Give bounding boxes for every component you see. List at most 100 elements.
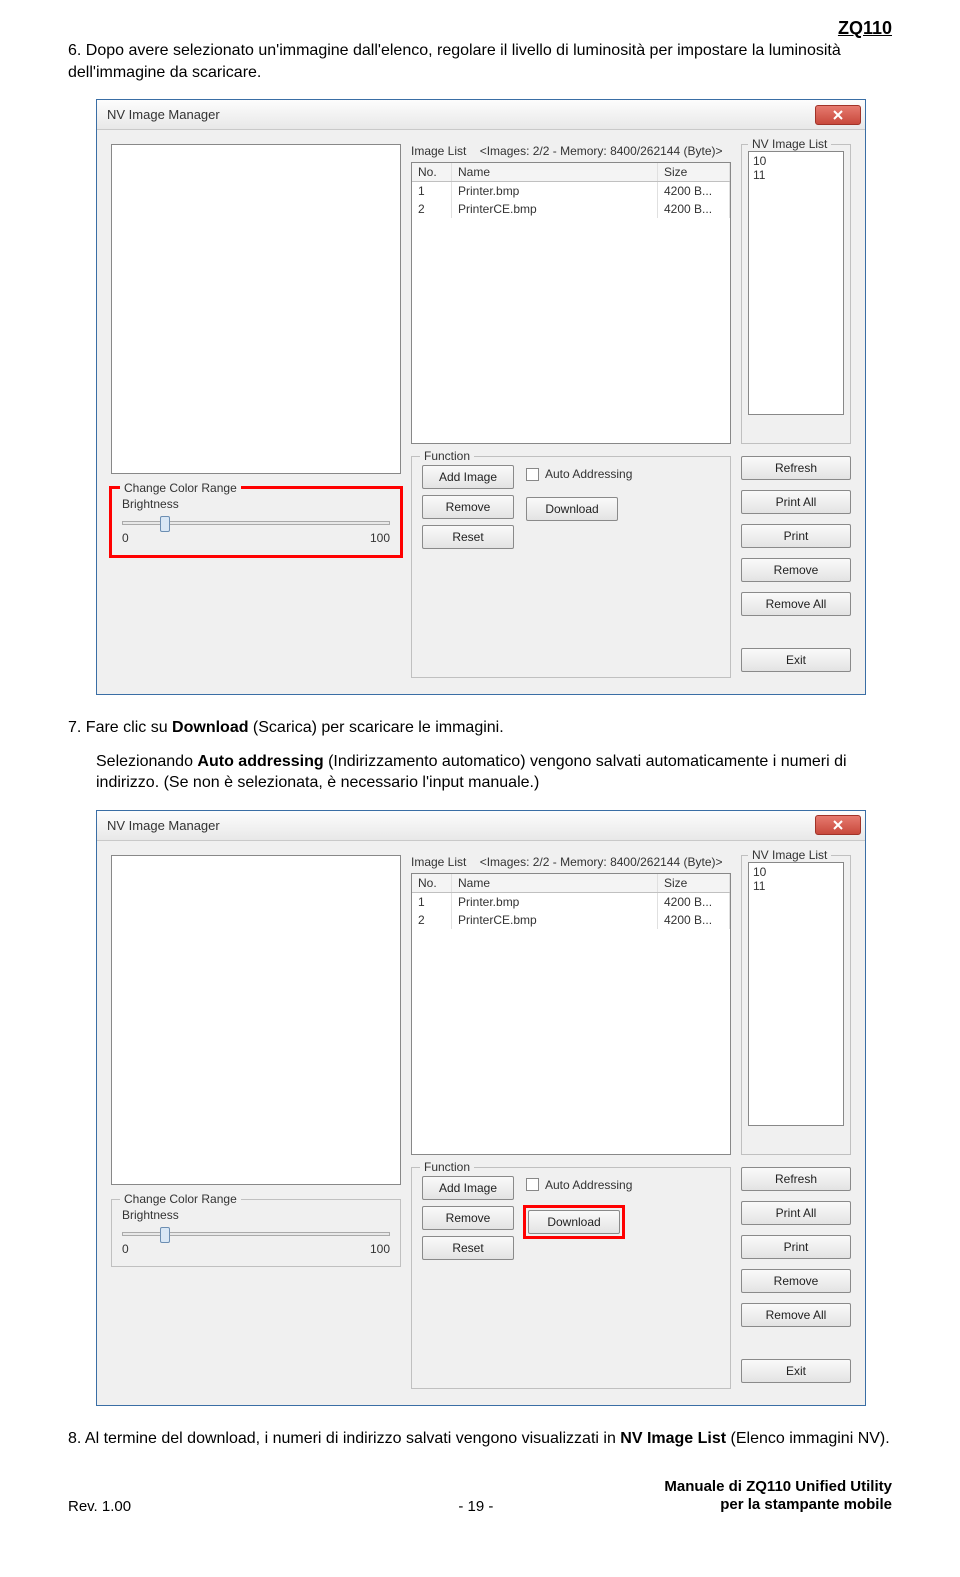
reset-button[interactable]: Reset (422, 525, 514, 549)
nv-image-list-legend: NV Image List (748, 137, 831, 151)
brightness-label: Brightness (122, 497, 390, 511)
brightness-slider[interactable] (122, 1232, 390, 1236)
footer-title-2: per la stampante mobile (612, 1496, 892, 1515)
download-button[interactable]: Download (526, 497, 618, 521)
image-list-label: Image List (411, 144, 466, 158)
list-item[interactable]: 10 (753, 154, 839, 168)
step-7: 7. Fare clic su Download (Scarica) per s… (68, 717, 892, 794)
document-header: ZQ110 (838, 18, 892, 39)
nv-image-list-group: NV Image List 10 11 (741, 144, 851, 444)
auto-addressing-label: Auto Addressing (545, 467, 632, 481)
nv-image-list-legend: NV Image List (748, 848, 831, 862)
close-button[interactable] (815, 105, 861, 125)
close-icon (833, 820, 843, 830)
change-color-range-legend: Change Color Range (120, 481, 241, 495)
table-row[interactable]: 2 PrinterCE.bmp 4200 B... (412, 200, 730, 218)
step-7-text-b: (Scarica) per scaricare le immagini. (248, 719, 503, 736)
image-list-meta: <Images: 2/2 - Memory: 8400/262144 (Byte… (480, 855, 723, 869)
image-list-meta: <Images: 2/2 - Memory: 8400/262144 (Byte… (480, 144, 723, 158)
exit-button[interactable]: Exit (741, 1359, 851, 1383)
function-legend: Function (420, 449, 474, 463)
nv-image-listbox[interactable]: 10 11 (748, 151, 844, 415)
nv-image-listbox[interactable]: 10 11 (748, 862, 844, 1126)
table-row[interactable]: 1 Printer.bmp 4200 B... (412, 182, 730, 200)
footer-rev: Rev. 1.00 (68, 1498, 340, 1515)
slider-thumb[interactable] (160, 516, 170, 532)
step-8-bold: NV Image List (620, 1430, 726, 1447)
step-7-bold: Download (172, 719, 248, 736)
print-all-button[interactable]: Print All (741, 1201, 851, 1225)
step-8-number: 8. (68, 1430, 81, 1447)
step-7-number: 7. (68, 719, 81, 736)
close-icon (833, 110, 843, 120)
remove-all-button[interactable]: Remove All (741, 592, 851, 616)
step-7-p2-bold: Auto addressing (197, 753, 323, 770)
image-list-label: Image List (411, 855, 466, 869)
brightness-label: Brightness (122, 1208, 390, 1222)
list-item[interactable]: 10 (753, 865, 839, 879)
table-row[interactable]: 2 PrinterCE.bmp 4200 B... (412, 911, 730, 929)
function-group: Function Add Image Remove Reset Auto Add (411, 456, 731, 678)
list-item[interactable]: 11 (753, 879, 839, 893)
col-header-name: Name (452, 163, 658, 181)
image-list-table[interactable]: No. Name Size 1 Printer.bmp 4200 B... 2 (411, 873, 731, 1155)
print-button[interactable]: Print (741, 1235, 851, 1259)
table-row[interactable]: 1 Printer.bmp 4200 B... (412, 893, 730, 911)
step-6-number: 6. (68, 42, 81, 59)
print-all-button[interactable]: Print All (741, 490, 851, 514)
step-6-text: Dopo avere selezionato un'immagine dall'… (68, 42, 841, 81)
nv-image-manager-dialog-2: NV Image Manager Change Color Range Brig… (96, 810, 866, 1406)
window-title: NV Image Manager (107, 107, 220, 122)
remove-button[interactable]: Remove (422, 495, 514, 519)
nv-image-list-group: NV Image List 10 11 (741, 855, 851, 1155)
image-preview (111, 144, 401, 474)
step-8: 8. Al termine del download, i numeri di … (68, 1428, 892, 1450)
brightness-slider[interactable] (122, 521, 390, 525)
change-color-range-group: Change Color Range Brightness 0 100 (111, 488, 401, 556)
slider-max: 100 (370, 531, 390, 545)
titlebar: NV Image Manager (97, 811, 865, 841)
step-7-p2a: Selezionando (96, 753, 197, 770)
remove-right-button[interactable]: Remove (741, 1269, 851, 1293)
remove-all-button[interactable]: Remove All (741, 1303, 851, 1327)
exit-button[interactable]: Exit (741, 648, 851, 672)
step-6: 6. Dopo avere selezionato un'immagine da… (68, 40, 892, 83)
print-button[interactable]: Print (741, 524, 851, 548)
close-button[interactable] (815, 815, 861, 835)
titlebar: NV Image Manager (97, 100, 865, 130)
function-legend: Function (420, 1160, 474, 1174)
slider-min: 0 (122, 1242, 129, 1256)
reset-button[interactable]: Reset (422, 1236, 514, 1260)
col-header-name: Name (452, 874, 658, 892)
step-8-text-a: Al termine del download, i numeri di ind… (85, 1430, 620, 1447)
col-header-no: No. (412, 874, 452, 892)
auto-addressing-checkbox[interactable] (526, 468, 539, 481)
footer-page: - 19 - (340, 1498, 612, 1515)
page-footer: Rev. 1.00 - 19 - Manuale di ZQ110 Unifie… (68, 1478, 892, 1516)
change-color-range-legend: Change Color Range (120, 1192, 241, 1206)
add-image-button[interactable]: Add Image (422, 465, 514, 489)
footer-title-1: Manuale di ZQ110 Unified Utility (612, 1478, 892, 1497)
slider-max: 100 (370, 1242, 390, 1256)
slider-thumb[interactable] (160, 1227, 170, 1243)
refresh-button[interactable]: Refresh (741, 1167, 851, 1191)
refresh-button[interactable]: Refresh (741, 456, 851, 480)
download-button[interactable]: Download (528, 1210, 620, 1234)
remove-button[interactable]: Remove (422, 1206, 514, 1230)
slider-min: 0 (122, 531, 129, 545)
col-header-size: Size (658, 874, 730, 892)
step-8-text-b: (Elenco immagini NV). (726, 1430, 890, 1447)
image-list-table[interactable]: No. Name Size 1 Printer.bmp 4200 B... 2 (411, 162, 731, 444)
remove-right-button[interactable]: Remove (741, 558, 851, 582)
function-group: Function Add Image Remove Reset Auto Add (411, 1167, 731, 1389)
col-header-no: No. (412, 163, 452, 181)
window-title: NV Image Manager (107, 818, 220, 833)
step-7-text-a: Fare clic su (86, 719, 172, 736)
image-preview (111, 855, 401, 1185)
add-image-button[interactable]: Add Image (422, 1176, 514, 1200)
change-color-range-group: Change Color Range Brightness 0 100 (111, 1199, 401, 1267)
list-item[interactable]: 11 (753, 168, 839, 182)
col-header-size: Size (658, 163, 730, 181)
auto-addressing-checkbox[interactable] (526, 1178, 539, 1191)
nv-image-manager-dialog-1: NV Image Manager Change Color Range Brig… (96, 99, 866, 695)
